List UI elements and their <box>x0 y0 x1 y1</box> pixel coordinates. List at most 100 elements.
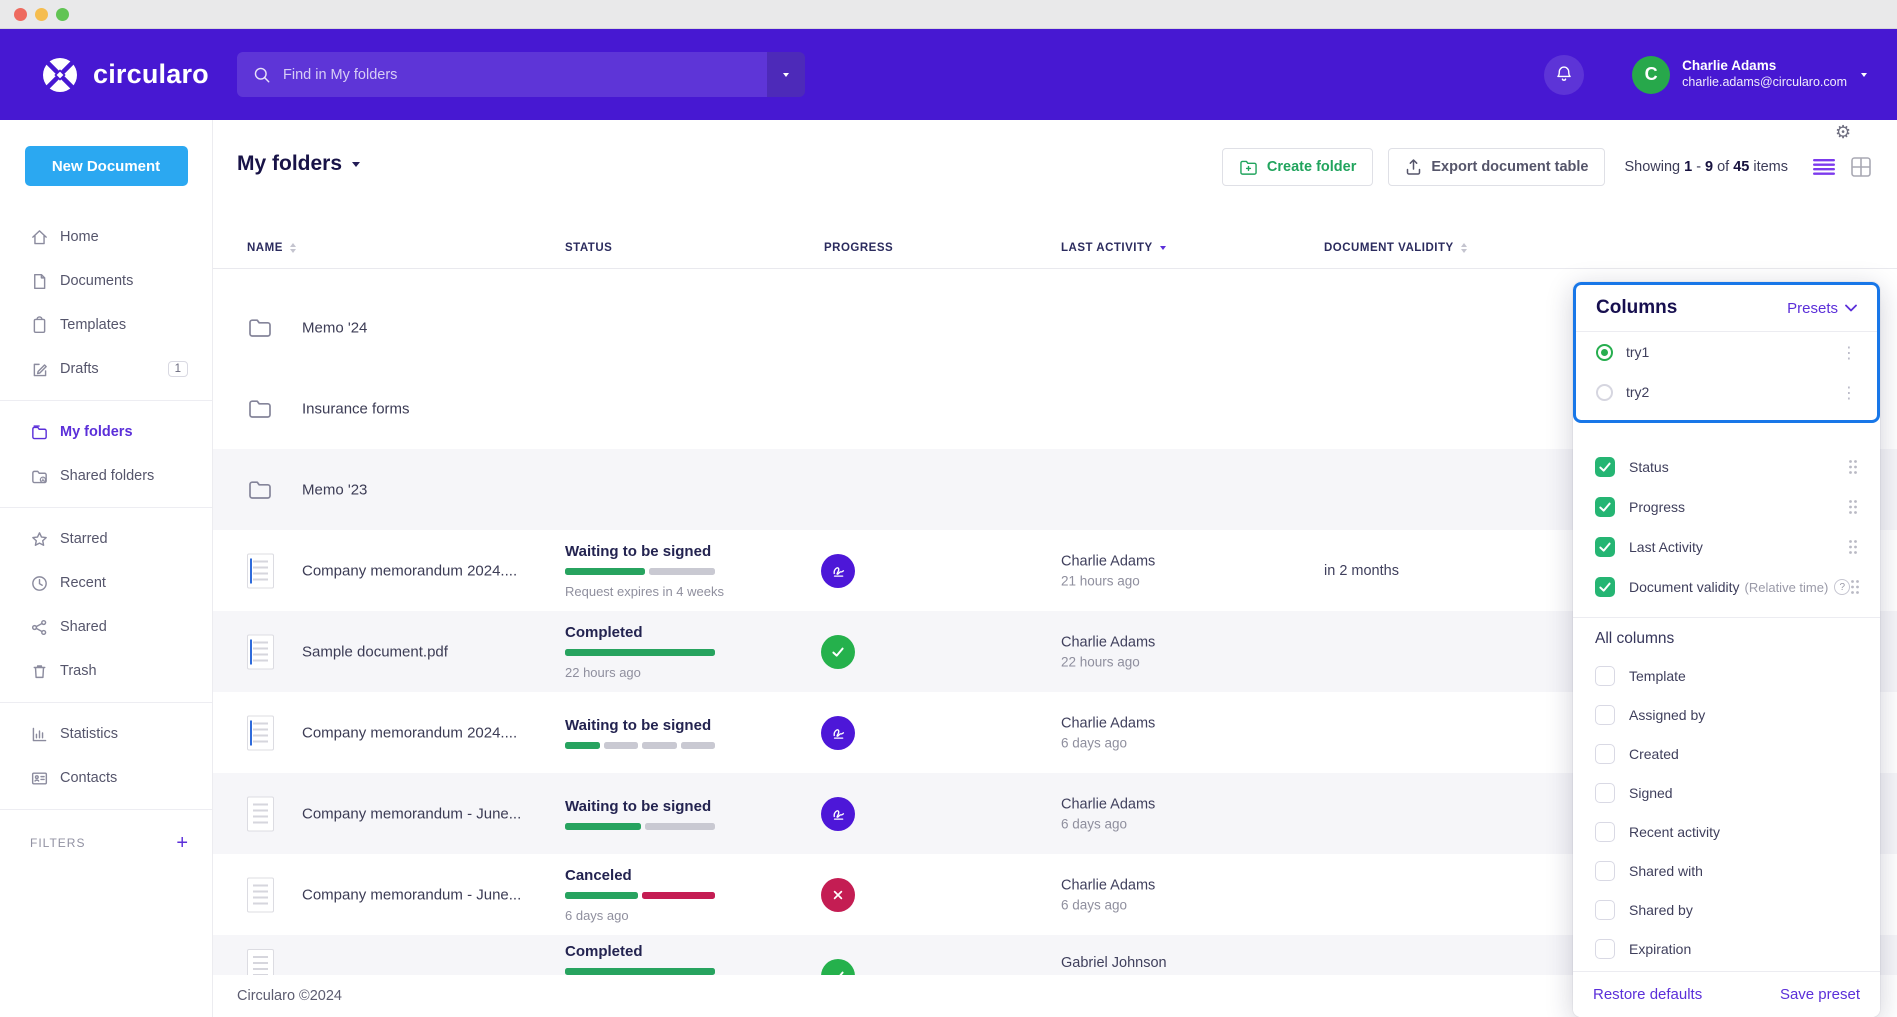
sidebar-item-recent[interactable]: Recent <box>0 561 212 605</box>
checkbox-unchecked-icon[interactable] <box>1595 705 1615 725</box>
column-header-document-validity[interactable]: DOCUMENT VALIDITY <box>1324 233 1467 263</box>
progress-bar <box>565 649 715 656</box>
export-document-table-label: Export document table <box>1431 159 1588 175</box>
drag-handle-icon[interactable] <box>1850 579 1860 595</box>
sidebar-item-label: Shared folders <box>60 468 154 484</box>
activity-time: 6 days ago <box>1061 735 1155 750</box>
row-name: Company memorandum 2024.... <box>302 562 517 579</box>
filters-label: FILTERS <box>30 836 85 850</box>
panel-divider <box>1573 617 1880 618</box>
column-toggle-recent-activity[interactable]: Recent activity <box>1573 812 1880 851</box>
column-toggle-status[interactable]: Status <box>1573 447 1880 487</box>
sidebar-item-statistics[interactable]: Statistics <box>0 712 212 756</box>
checkbox-checked-icon[interactable] <box>1595 497 1615 517</box>
search-input[interactable] <box>283 67 767 83</box>
checkbox-unchecked-icon[interactable] <box>1595 822 1615 842</box>
column-toggle-signed[interactable]: Signed <box>1573 773 1880 812</box>
help-icon[interactable] <box>1834 579 1850 595</box>
progress-segment <box>681 742 716 749</box>
preset-option-try1[interactable]: try1⋮ <box>1576 332 1877 372</box>
checkbox-checked-icon[interactable] <box>1595 457 1615 477</box>
kebab-menu-icon[interactable]: ⋮ <box>1841 343 1857 362</box>
column-toggle-template[interactable]: Template <box>1573 656 1880 695</box>
preset-option-try2[interactable]: try2⋮ <box>1576 372 1877 412</box>
sidebar-item-home[interactable]: Home <box>0 215 212 259</box>
sidebar-item-starred[interactable]: Starred <box>0 517 212 561</box>
export-upload-icon <box>1405 158 1422 176</box>
kebab-menu-icon[interactable]: ⋮ <box>1841 383 1857 402</box>
radio-unselected-icon[interactable] <box>1596 384 1613 401</box>
close-button[interactable] <box>14 8 27 21</box>
row-name: Company memorandum - June... <box>302 805 521 822</box>
sidebar-item-label: Documents <box>60 273 133 289</box>
notifications-bell-icon[interactable] <box>1544 55 1584 95</box>
activity-actor: Charlie Adams <box>1061 634 1155 650</box>
column-toggle-assigned-by[interactable]: Assigned by <box>1573 695 1880 734</box>
checkbox-unchecked-icon[interactable] <box>1595 861 1615 881</box>
sidebar-item-drafts[interactable]: Drafts1 <box>0 347 212 391</box>
export-document-table-button[interactable]: Export document table <box>1388 148 1605 186</box>
column-header-name[interactable]: NAME <box>247 233 296 263</box>
grid-view-icon[interactable] <box>1851 157 1871 177</box>
table-header-divider <box>213 268 1897 269</box>
checkbox-checked-icon[interactable] <box>1595 577 1615 597</box>
app-window: circularo C Charlie Adams charlie.adams@… <box>0 0 1897 1017</box>
column-toggle-document-validity[interactable]: Document validity(Relative time) <box>1573 567 1880 607</box>
sidebar-item-shared[interactable]: Shared <box>0 605 212 649</box>
column-header-progress[interactable]: PROGRESS <box>824 233 893 263</box>
checkbox-unchecked-icon[interactable] <box>1595 744 1615 764</box>
column-toggle-last-activity[interactable]: Last Activity <box>1573 527 1880 567</box>
column-toggle-progress[interactable]: Progress <box>1573 487 1880 527</box>
drag-handle-icon[interactable] <box>1848 499 1858 515</box>
drag-handle-icon[interactable] <box>1848 459 1858 475</box>
star-icon <box>30 530 50 549</box>
radio-selected-icon[interactable] <box>1596 344 1613 361</box>
sidebar-item-my-folders[interactable]: My folders <box>0 410 212 454</box>
restore-defaults-button[interactable]: Restore defaults <box>1593 986 1702 1003</box>
stats-icon <box>30 725 50 744</box>
user-name: Charlie Adams <box>1682 58 1847 75</box>
add-filter-button[interactable] <box>176 833 188 853</box>
checkbox-unchecked-icon[interactable] <box>1595 666 1615 686</box>
create-folder-button[interactable]: Create folder <box>1222 148 1373 186</box>
page-title-wrap[interactable]: My folders <box>237 152 360 176</box>
sidebar-item-trash[interactable]: Trash <box>0 649 212 693</box>
checkbox-checked-icon[interactable] <box>1595 537 1615 557</box>
sidebar-divider <box>0 507 212 508</box>
sidebar-item-contacts[interactable]: Contacts <box>0 756 212 800</box>
user-menu[interactable]: C Charlie Adams charlie.adams@circularo.… <box>1632 56 1867 94</box>
table-settings-gear-icon[interactable]: ⚙ <box>1835 122 1851 143</box>
save-preset-button[interactable]: Save preset <box>1780 986 1860 1003</box>
search-scope-dropdown[interactable] <box>767 52 805 97</box>
sidebar-item-templates[interactable]: Templates <box>0 303 212 347</box>
drag-handle-icon[interactable] <box>1848 539 1858 555</box>
presets-toggle[interactable]: Presets <box>1787 300 1857 317</box>
list-view-icon[interactable] <box>1813 159 1835 175</box>
sidebar-item-documents[interactable]: Documents <box>0 259 212 303</box>
caret-down-icon <box>352 162 360 167</box>
folder-icon <box>247 316 273 340</box>
column-toggle-label: Status <box>1629 459 1669 475</box>
column-toggle-expiration[interactable]: Expiration <box>1573 929 1880 968</box>
progress-segment <box>565 823 641 830</box>
column-header-status[interactable]: STATUS <box>565 233 612 263</box>
sidebar-item-shared-folders[interactable]: Shared folders <box>0 454 212 498</box>
column-toggle-note: (Relative time) <box>1745 580 1829 595</box>
column-toggle-shared-with[interactable]: Shared with <box>1573 851 1880 890</box>
checkbox-unchecked-icon[interactable] <box>1595 900 1615 920</box>
row-progress <box>821 716 855 750</box>
zoom-button[interactable] <box>56 8 69 21</box>
column-toggle-created[interactable]: Created <box>1573 734 1880 773</box>
column-header-last-activity[interactable]: LAST ACTIVITY <box>1061 233 1166 263</box>
sign-badge-icon <box>821 716 855 750</box>
document-thumbnail <box>247 553 274 588</box>
column-toggle-shared-by[interactable]: Shared by <box>1573 890 1880 929</box>
new-document-button[interactable]: New Document <box>25 146 188 186</box>
minimize-button[interactable] <box>35 8 48 21</box>
caret-down-icon <box>783 73 789 77</box>
checkbox-unchecked-icon[interactable] <box>1595 783 1615 803</box>
brand-logo[interactable]: circularo <box>40 29 209 120</box>
folder-plus-icon <box>1239 159 1258 176</box>
checkbox-unchecked-icon[interactable] <box>1595 939 1615 959</box>
sidebar-item-label: Home <box>60 229 99 245</box>
